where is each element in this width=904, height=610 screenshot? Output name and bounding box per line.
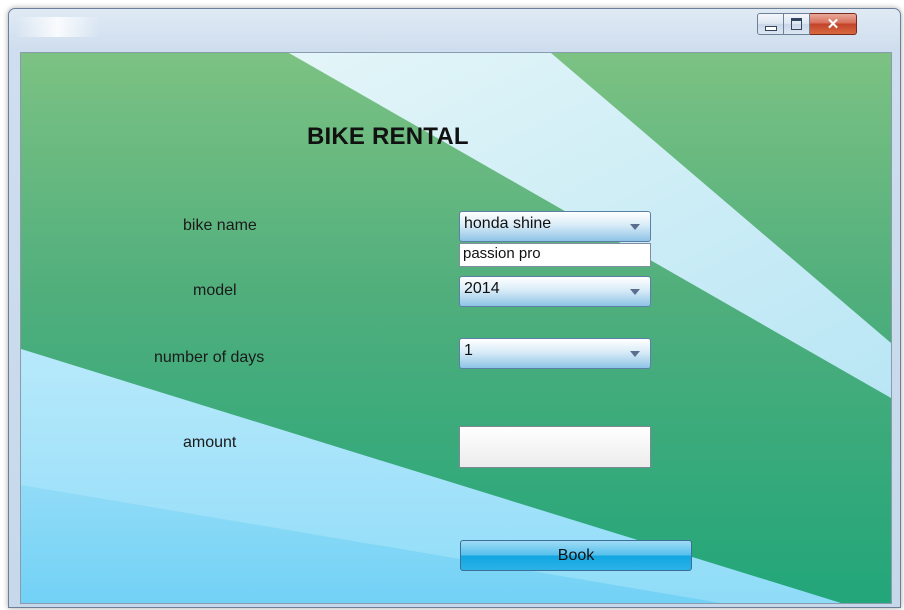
chevron-down-icon[interactable] [630, 351, 640, 357]
bike-name-value: honda shine [464, 215, 552, 232]
days-dropdown[interactable]: 1 [459, 338, 651, 369]
close-button[interactable]: ✕ [810, 13, 857, 35]
form-panel: BIKE RENTAL bike name honda shine passio… [20, 52, 892, 604]
amount-field[interactable] [459, 426, 651, 468]
model-value: 2014 [464, 280, 500, 297]
minimize-icon [764, 25, 777, 31]
title-bar[interactable]: ✕ [9, 9, 900, 49]
maximize-button[interactable] [784, 13, 810, 35]
page-title: BIKE RENTAL [307, 123, 469, 150]
book-button[interactable]: Book [460, 540, 692, 571]
title-bar-glare [15, 17, 100, 37]
bike-name-dropdown[interactable]: honda shine [459, 211, 651, 242]
chevron-down-icon[interactable] [630, 224, 640, 230]
amount-label: amount [183, 434, 237, 451]
chevron-down-icon[interactable] [630, 289, 640, 295]
close-icon: ✕ [826, 16, 840, 33]
days-label: number of days [154, 349, 265, 366]
dropdown-option-passion-pro[interactable]: passion pro [459, 243, 651, 267]
maximize-icon [791, 18, 802, 30]
app-window: ✕ BIKE RENTAL bike name honda shine pass… [8, 8, 901, 608]
model-dropdown[interactable]: 2014 [459, 276, 651, 307]
model-label: model [193, 282, 237, 299]
bike-name-label: bike name [183, 217, 257, 234]
minimize-button[interactable] [757, 13, 784, 35]
days-value: 1 [464, 342, 473, 359]
